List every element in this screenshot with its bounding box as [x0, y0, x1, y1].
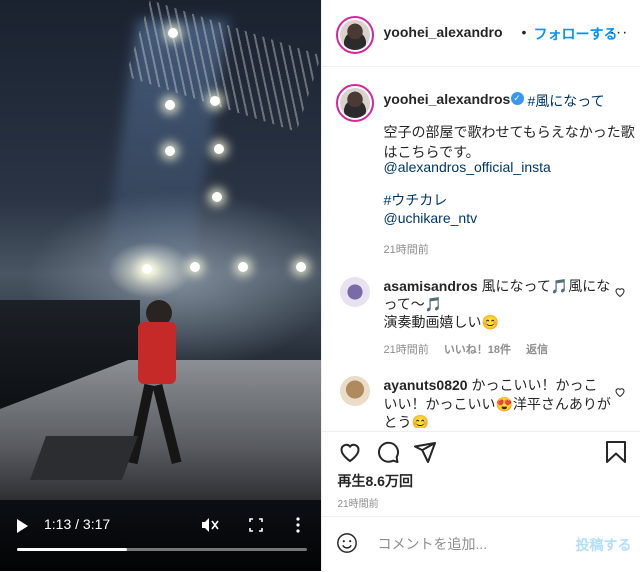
- stage-light: [168, 28, 178, 38]
- caption-text-line: 空子の部屋で歌わせてもらえなかった歌: [384, 122, 635, 142]
- stage-light: [165, 100, 175, 110]
- guitarist: [128, 300, 188, 470]
- comment-text: とう😊: [384, 412, 429, 428]
- share-icon[interactable]: [413, 440, 437, 464]
- comment-text: って〜🎵: [384, 294, 443, 314]
- video-progress-fill: [17, 548, 127, 551]
- mute-icon[interactable]: [201, 517, 219, 533]
- stage-light: [165, 146, 175, 156]
- header-username[interactable]: yoohei_alexandro: [384, 24, 503, 40]
- comment-likes[interactable]: いいね！18件: [444, 344, 511, 356]
- comment-username[interactable]: asamisandros: [384, 278, 478, 294]
- separator-dot: •: [522, 24, 527, 40]
- stage-light: [214, 144, 224, 154]
- comment-text: 風になって🎵風にな: [482, 278, 611, 294]
- comment-text: いい！かっこいい😍洋平さんありが: [384, 394, 611, 414]
- caption-time: 21時間前: [384, 241, 429, 257]
- stage-light: [212, 192, 222, 202]
- comment-like-icon[interactable]: [614, 386, 626, 398]
- stage-light: [190, 262, 200, 272]
- emoji-icon[interactable]: [336, 532, 358, 554]
- comment-username[interactable]: ayanuts0820: [384, 377, 468, 393]
- stage-light: [142, 264, 152, 274]
- video-progress-bar[interactable]: [17, 548, 307, 551]
- comment-time: 21時間前: [384, 344, 429, 356]
- stage-light: [296, 262, 306, 272]
- instagram-post: 1:13 / 3:17 yoohei_alexandro • フォローする ··…: [0, 0, 640, 571]
- stage-light: [238, 262, 248, 272]
- caption-mention[interactable]: @alexandros_official_insta: [384, 157, 551, 177]
- comment-line: asamisandros 風になって🎵風にな: [384, 276, 611, 296]
- reply-button[interactable]: 返信: [526, 344, 548, 356]
- pedalboard: [30, 436, 138, 480]
- comment-icon[interactable]: [376, 440, 400, 464]
- post-time: 21時間前: [338, 495, 379, 510]
- view-count[interactable]: 再生8.6万回: [338, 471, 413, 491]
- video-time: 1:13 / 3:17: [44, 516, 110, 532]
- post-header: yoohei_alexandro • フォローする ···: [322, 0, 640, 67]
- play-icon[interactable]: [17, 519, 28, 533]
- comment-meta: 21時間前 いいね！18件 返信: [384, 341, 561, 357]
- post-sidebar: yoohei_alexandro • フォローする ··· yoohei_ale…: [321, 0, 640, 571]
- heart-icon[interactable]: [338, 440, 362, 464]
- caption-hashtag[interactable]: #ウチカレ: [384, 190, 448, 210]
- post-comment-button[interactable]: 投稿する: [576, 535, 632, 555]
- comment-text: かっこいい！かっこ: [471, 377, 597, 393]
- verified-badge-icon: ✓: [511, 92, 524, 105]
- video-more-icon[interactable]: [296, 517, 300, 533]
- video-player[interactable]: 1:13 / 3:17: [0, 0, 321, 571]
- more-options-icon[interactable]: ···: [610, 24, 629, 42]
- comment-like-icon[interactable]: [614, 286, 626, 298]
- caption-username[interactable]: yoohei_alexandros: [384, 91, 511, 107]
- caption-hashtag[interactable]: #風になって: [528, 91, 605, 111]
- comment-text: 演奏動画嬉しい😊: [384, 312, 499, 332]
- follow-button[interactable]: フォローする: [534, 24, 618, 44]
- comment-avatar[interactable]: [340, 277, 370, 307]
- avatar[interactable]: [340, 20, 370, 50]
- caption-avatar[interactable]: [340, 88, 370, 118]
- stage-light: [210, 96, 220, 106]
- caption-mention[interactable]: @uchikare_ntv: [384, 208, 478, 228]
- comment-input[interactable]: [378, 533, 568, 555]
- fullscreen-icon[interactable]: [249, 518, 263, 532]
- bookmark-icon[interactable]: [605, 440, 627, 464]
- comment-line: ayanuts0820 かっこいい！かっこ: [384, 375, 598, 395]
- comment-avatar[interactable]: [340, 376, 370, 406]
